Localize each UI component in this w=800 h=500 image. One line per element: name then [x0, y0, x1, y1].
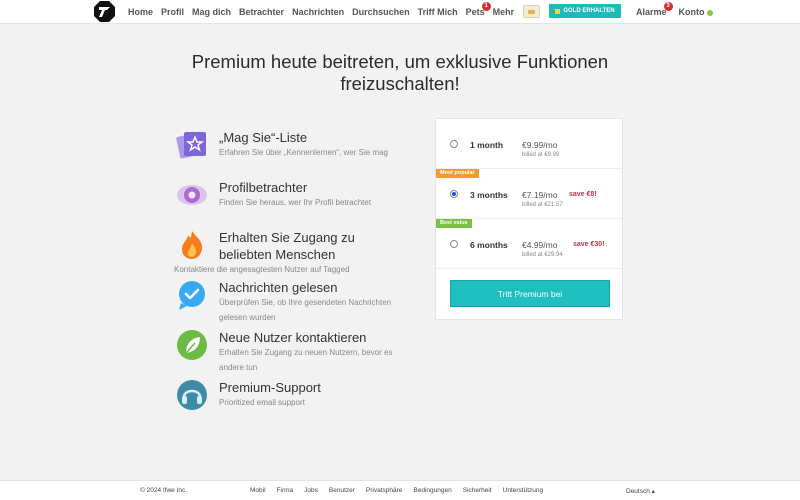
plan-savings: save €30! [573, 241, 605, 248]
footer-link-sicherheit[interactable]: Sicherheit [463, 487, 492, 494]
footer-link-bedingungen[interactable]: Bedingungen [413, 487, 451, 494]
footer: © 2024 Ifwe Inc. Mobil Firma Jobs Benutz… [0, 480, 800, 500]
nav-nachrichten[interactable]: Nachrichten [292, 7, 344, 17]
nav-durchsuchen[interactable]: Durchsuchen [352, 7, 410, 17]
page-headline: Premium heute beitreten, um exklusive Fu… [191, 51, 609, 94]
plan-option-1-month[interactable]: 1 month €9.99/mo billed at €9.99 [436, 119, 622, 169]
nav-home[interactable]: Home [128, 7, 153, 17]
footer-link-jobs[interactable]: Jobs [304, 487, 318, 494]
language-selector[interactable]: Deutsch ▴ [626, 487, 655, 495]
plan-option-6-months[interactable]: Best value 6 months €4.99/mo save €30! b… [436, 219, 622, 269]
nav-triff-mich[interactable]: Triff Mich [418, 7, 458, 17]
gold-icon [555, 8, 561, 14]
plan-name: 6 months [470, 240, 508, 250]
plan-savings: save €8! [569, 191, 597, 198]
feature-description: Überprüfen Sie, ob Ihre gesendeten Nachr… [219, 298, 392, 322]
nav-profil[interactable]: Profil [161, 7, 184, 17]
headset-icon [177, 380, 207, 410]
feature-description: Finden Sie heraus, wer Ihr Profil betrac… [219, 198, 372, 207]
plan-price: €9.99/mo [522, 140, 558, 150]
plan-billed: billed at €29.94 [522, 252, 563, 258]
nav-right: Alarme 3 Konto [636, 0, 713, 24]
plan-option-3-months[interactable]: Most popular 3 months €7.19/mo save €8! … [436, 169, 622, 219]
feature-description: Prioritized email support [219, 398, 305, 407]
leaf-icon [177, 330, 207, 360]
main-nav: Home Profil Mag dich Betrachter Nachrich… [128, 0, 514, 24]
footer-link-privatsphaere[interactable]: Privatsphäre [366, 487, 403, 494]
gold-coins-button[interactable] [523, 5, 540, 18]
online-status-icon [706, 9, 713, 16]
coins-icon [528, 10, 535, 14]
checkmark-bubble-icon [179, 281, 205, 310]
feature-description: Erfahren Sie über „Kennenlernen“, wer Si… [219, 148, 388, 157]
star-cards-icon [176, 132, 206, 159]
nav-betrachter[interactable]: Betrachter [239, 7, 284, 17]
plan-price: €4.99/mo [522, 240, 558, 250]
nav-account-label: Konto [678, 7, 705, 17]
feature-title: Nachrichten gelesen [219, 280, 338, 295]
nav-mag-dich[interactable]: Mag dich [192, 7, 231, 17]
feature-description: Kontaktiere die angesagtesten Nutzer auf… [174, 265, 350, 274]
footer-links: Mobil Firma Jobs Benutzer Privatsphäre B… [250, 487, 543, 494]
get-gold-label: GOLD ERHALTEN [563, 8, 615, 14]
alarms-notification-badge: 3 [663, 2, 673, 11]
footer-copyright: © 2024 Ifwe Inc. [140, 487, 188, 494]
nav-account[interactable]: Konto [679, 7, 713, 17]
feature-title: Erhalten Sie Zugang zu beliebten Mensche… [219, 230, 355, 262]
footer-link-firma[interactable]: Firma [277, 487, 294, 494]
footer-link-unterstuetzung[interactable]: Unterstützung [503, 487, 543, 494]
footer-link-mobil[interactable]: Mobil [250, 487, 266, 494]
plan-billed: billed at €9.99 [522, 152, 560, 158]
premium-plans-card: 1 month €9.99/mo billed at €9.99 Most po… [435, 118, 623, 320]
feature-title: „Mag Sie“-Liste [219, 130, 308, 145]
top-navigation-bar: Home Profil Mag dich Betrachter Nachrich… [0, 0, 800, 24]
feature-description: Erhalten Sie Zugang zu neuen Nutzern, be… [219, 348, 393, 372]
plan-name: 1 month [470, 140, 504, 150]
best-value-ribbon: Best value [436, 219, 472, 228]
join-premium-button[interactable]: Tritt Premium bei [450, 280, 610, 307]
plan-radio[interactable] [450, 240, 458, 248]
tagged-logo-icon[interactable] [94, 1, 115, 22]
plan-radio[interactable] [450, 140, 458, 148]
nav-alarms[interactable]: Alarme 3 [636, 2, 673, 17]
nav-pets[interactable]: Pets 1 [466, 2, 491, 17]
nav-mehr[interactable]: Mehr [493, 7, 515, 17]
plan-billed: billed at €21.57 [522, 202, 563, 208]
footer-link-benutzer[interactable]: Benutzer [329, 487, 355, 494]
plan-radio[interactable] [450, 190, 458, 198]
get-gold-button[interactable]: GOLD ERHALTEN [549, 4, 621, 18]
pets-notification-badge: 1 [481, 2, 491, 11]
nav-alarms-label: Alarme [636, 7, 667, 17]
feature-title: Profilbetrachter [219, 180, 308, 195]
plan-name: 3 months [470, 190, 508, 200]
plan-price: €7.19/mo [522, 190, 558, 200]
eye-icon [177, 185, 207, 205]
most-popular-ribbon: Most popular [436, 169, 479, 178]
flame-icon [182, 231, 203, 259]
feature-title: Neue Nutzer kontaktieren [219, 330, 367, 345]
feature-title: Premium-Support [219, 380, 321, 395]
